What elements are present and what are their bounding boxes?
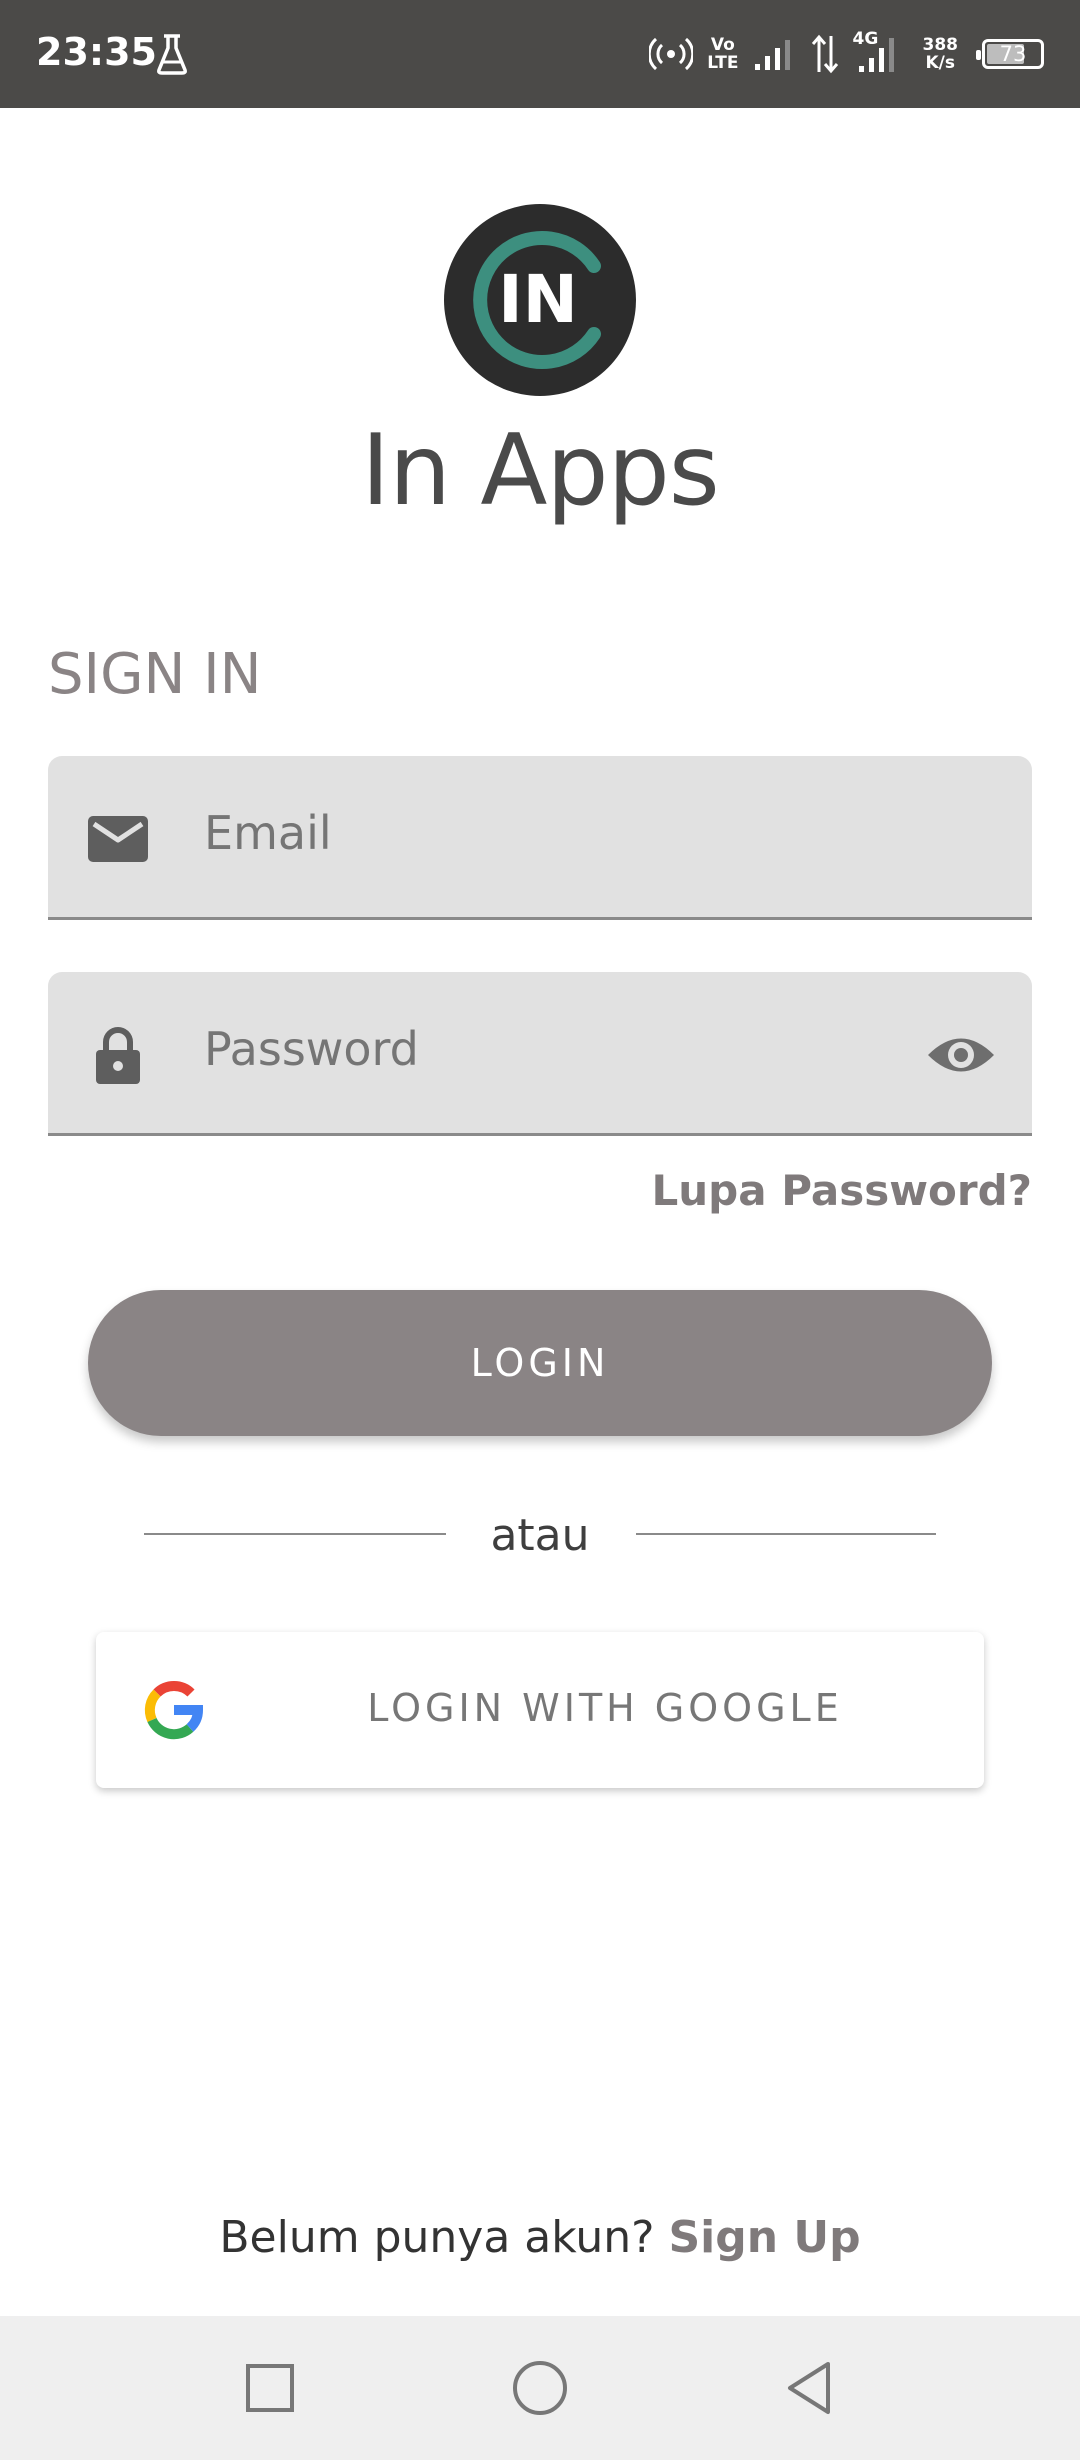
volte-bottom: LTE <box>707 53 739 73</box>
speed-value: 388 <box>922 35 959 55</box>
status-icons: Vo LTE 4G 388 K/s 73 <box>649 22 1044 86</box>
password-input[interactable] <box>204 1022 904 1076</box>
google-icon <box>144 1680 204 1740</box>
signal-icon <box>754 40 790 70</box>
divider-text: atau <box>490 1510 590 1561</box>
email-icon <box>88 816 148 862</box>
google-login-label: LOGIN WITH GOOGLE <box>367 1686 843 1730</box>
battery-level: 73 <box>999 42 1027 66</box>
recents-icon[interactable] <box>240 2358 300 2418</box>
net-speed: 388 K/s <box>923 36 959 72</box>
lab-flask-icon <box>157 34 187 75</box>
forgot-password-link[interactable]: Lupa Password? <box>652 1166 1032 1215</box>
status-bar: 23:35 Vo LTE 4G 388 K/s 73 <box>0 0 1080 108</box>
home-icon[interactable] <box>510 2358 570 2418</box>
signal-icon <box>858 38 894 72</box>
divider-right <box>636 1533 936 1535</box>
app-name: In Apps <box>361 414 720 528</box>
signup-link[interactable]: Sign Up <box>668 2212 860 2263</box>
eye-icon[interactable] <box>926 1020 996 1090</box>
signal-4g: 4G <box>853 30 901 74</box>
back-icon[interactable] <box>780 2358 840 2418</box>
password-field[interactable] <box>48 972 1032 1136</box>
navigation-bar <box>0 2316 1080 2460</box>
volte-top: Vo <box>710 35 735 55</box>
email-field[interactable] <box>48 756 1032 920</box>
page-title: SIGN IN <box>48 642 262 707</box>
lock-icon <box>96 1027 140 1084</box>
signup-row: Belum punya akun? Sign Up <box>0 2212 1080 2263</box>
logo-text: IN <box>498 261 578 338</box>
signup-prompt: Belum punya akun? <box>219 2212 669 2263</box>
google-login-button[interactable]: LOGIN WITH GOOGLE <box>96 1632 984 1788</box>
battery-icon: 73 <box>976 39 1044 69</box>
status-time: 23:35 <box>36 30 157 74</box>
speed-unit: K/s <box>925 53 955 73</box>
data-arrows-icon <box>811 34 838 74</box>
login-button[interactable]: LOGIN <box>88 1290 992 1436</box>
volte-indicator: Vo LTE <box>707 36 738 72</box>
email-input[interactable] <box>204 806 904 860</box>
hotspot-icon <box>649 37 694 71</box>
app-logo: IN <box>444 204 636 396</box>
